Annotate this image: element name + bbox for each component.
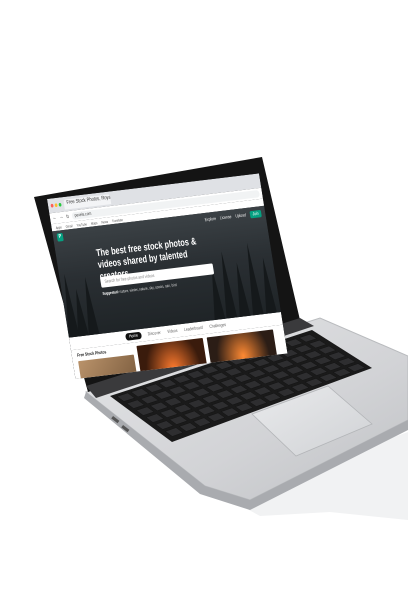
window-controls[interactable] (50, 202, 62, 208)
site-logo[interactable]: P (56, 232, 64, 242)
tab-discover[interactable]: Discover (147, 330, 161, 337)
join-button[interactable]: Join (249, 209, 262, 219)
tab-home[interactable]: Home (125, 331, 142, 341)
bookmark-item[interactable]: Gmail (65, 223, 73, 228)
bookmark-item[interactable]: YouTube (76, 221, 87, 227)
minimize-icon[interactable] (54, 203, 58, 208)
tab-challenges[interactable]: Challenges (209, 322, 226, 329)
bookmark-item[interactable]: News (101, 219, 108, 224)
reload-icon[interactable]: ↻ (66, 213, 70, 220)
tab-leaderboard[interactable]: Leaderboard (184, 325, 204, 333)
tab-videos[interactable]: Videos (167, 328, 178, 335)
maximize-icon[interactable] (58, 202, 62, 207)
suggested-label: Suggested: (102, 289, 120, 296)
bookmark-item[interactable]: Translate (112, 217, 124, 223)
nav-link-upload[interactable]: Upload (235, 212, 246, 219)
nav-link-explore[interactable]: Explore (204, 216, 216, 223)
bookmark-item[interactable]: Maps (90, 220, 97, 225)
back-icon[interactable]: ← (52, 215, 57, 221)
close-icon[interactable] (50, 203, 54, 208)
nav-link-license[interactable]: License (220, 214, 232, 221)
bookmark-item[interactable]: Apps (55, 224, 62, 229)
laptop-screen: Free Stock Photos, Royalty ← → ↻ pexels.… (47, 173, 288, 379)
forward-icon[interactable]: → (59, 215, 64, 221)
